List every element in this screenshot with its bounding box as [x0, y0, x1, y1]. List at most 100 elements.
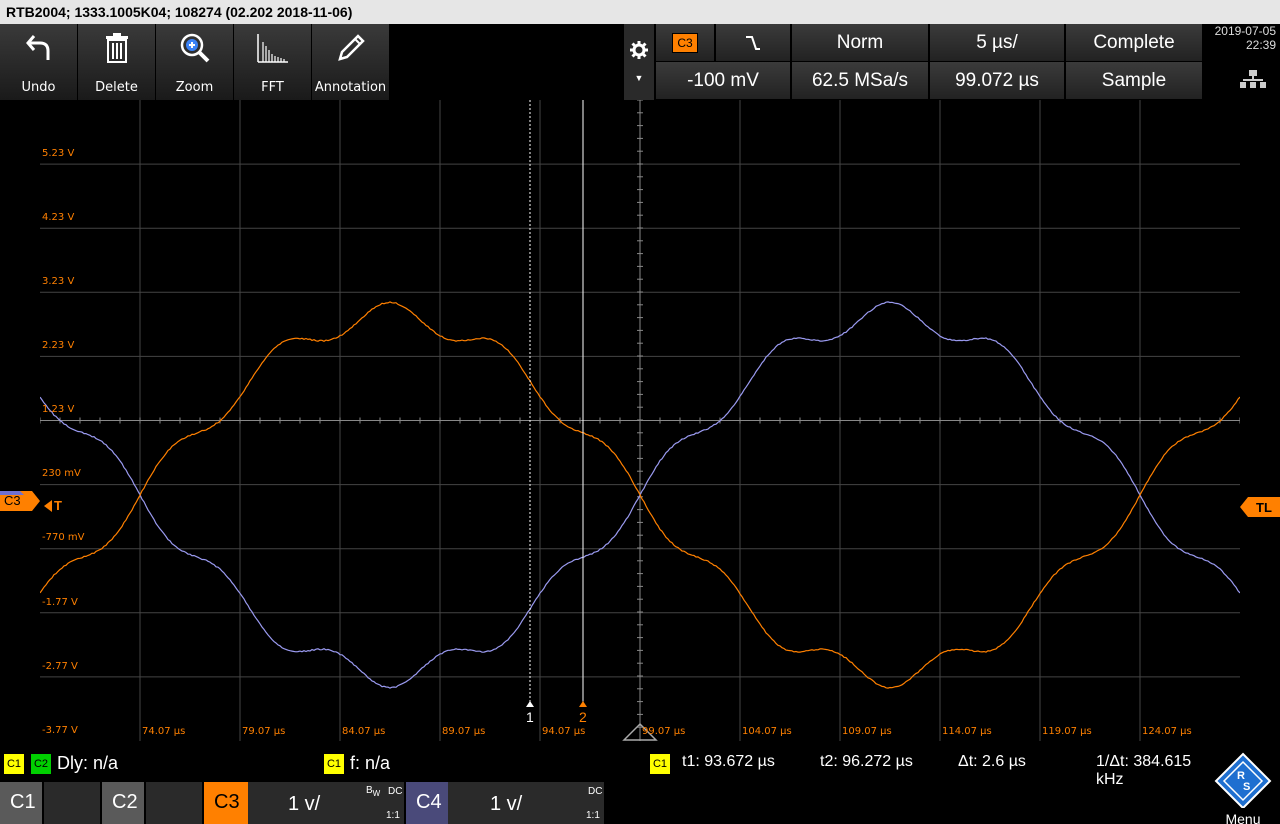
freq-chip[interactable]: C1: [324, 754, 344, 774]
channel-c4-settings[interactable]: 1 v/ DC 1:1: [448, 782, 604, 824]
zoom-icon: [179, 32, 211, 64]
network-icon: [1240, 70, 1266, 88]
trigger-mode[interactable]: Norm: [792, 24, 928, 61]
pencil-icon: [335, 32, 367, 64]
level-label: 3.23 V: [42, 276, 74, 287]
delta-t-readout: Δt: 2.6 µs: [958, 753, 1026, 771]
trigger-marker-label: T: [54, 498, 62, 513]
menu-label: Menu: [1212, 811, 1274, 824]
acquisition-status[interactable]: Complete: [1066, 24, 1202, 61]
fft-label: FFT: [261, 80, 284, 95]
delay-readout: Dly: n/a: [57, 753, 118, 774]
c4-scale: 1 v/: [490, 793, 522, 816]
fft-button[interactable]: FFT: [234, 24, 311, 100]
menu-button[interactable]: R S Menu: [1212, 752, 1274, 824]
date: 2019-07-05: [1204, 24, 1276, 38]
time-label: 99.07 µs: [642, 726, 685, 737]
time-label: 79.07 µs: [242, 726, 285, 737]
window-title: RTB2004; 1333.1005K04; 108274 (02.202 20…: [0, 0, 1280, 24]
channel-c2-tab[interactable]: C2: [102, 782, 144, 824]
cursor-2-label: 2: [579, 709, 587, 725]
c3-coupling: DC: [388, 786, 402, 797]
dly-chip-c2[interactable]: C2: [31, 754, 51, 774]
undo-button[interactable]: Undo: [0, 24, 77, 100]
sample-rate[interactable]: 62.5 MSa/s: [792, 62, 928, 99]
channel-c4-tab[interactable]: C4: [406, 782, 448, 824]
trigger-arrow-icon: [42, 499, 54, 513]
delete-label: Delete: [95, 80, 138, 95]
trigger-source-badge: C3: [672, 33, 697, 53]
trigger-level[interactable]: -100 mV: [656, 62, 790, 99]
settings-button[interactable]: ▼: [624, 24, 654, 100]
level-label: -770 mV: [42, 532, 84, 543]
time-label: 89.07 µs: [442, 726, 485, 737]
t1-readout: t1: 93.672 µs: [682, 753, 775, 771]
annotation-button[interactable]: Annotation: [312, 24, 389, 100]
trigger-level-marker[interactable]: TL: [1240, 497, 1280, 517]
falling-edge-icon: [743, 33, 763, 53]
c3-scale: 1 v/: [288, 793, 320, 816]
toolbar: Undo Delete Zoom FFT Annotation: [0, 24, 390, 100]
time-label: 84.07 µs: [342, 726, 385, 737]
c4-ratio: 1:1: [586, 810, 600, 821]
level-label: -1.77 V: [42, 597, 78, 608]
level-label: -3.77 V: [42, 725, 78, 736]
channel-c1-name: C1: [10, 791, 36, 814]
trigger-slope[interactable]: [716, 24, 790, 61]
cursor-source-chip[interactable]: C1: [650, 754, 670, 774]
rs-logo-icon: R S: [1212, 752, 1274, 808]
annotation-label: Annotation: [315, 80, 386, 95]
frequency-readout: f: n/a: [350, 753, 390, 774]
t2-readout: t2: 96.272 µs: [820, 753, 913, 771]
c3-ratio: 1:1: [386, 810, 400, 821]
time-label: 94.07 µs: [542, 726, 585, 737]
horizontal-position[interactable]: 99.072 µs: [930, 62, 1064, 99]
channel-c1-settings[interactable]: [44, 782, 100, 824]
undo-icon: [24, 32, 54, 64]
timebase-scale[interactable]: 5 µs/: [930, 24, 1064, 61]
level-label: 5.23 V: [42, 148, 74, 159]
expand-down-icon: ▼: [635, 73, 644, 83]
time: 22:39: [1204, 38, 1276, 52]
level-label: 230 mV: [42, 468, 81, 479]
c3-bandwidth: BW: [366, 785, 380, 798]
level-label: 1.23 V: [42, 404, 74, 415]
zoom-label: Zoom: [176, 80, 213, 95]
c3-bw-label: B: [366, 785, 373, 796]
channel-c3-tab[interactable]: C3: [204, 782, 248, 824]
channel-c1-tab[interactable]: C1: [0, 782, 42, 824]
fft-icon: [256, 32, 290, 64]
cursor-measurements: C1 t1: 93.672 µs t2: 96.272 µs Δt: 2.6 µ…: [640, 748, 1212, 780]
trigger-level-marker-label: TL: [1256, 500, 1272, 515]
waveform-display[interactable]: 1 2: [40, 100, 1240, 741]
time-label: 104.07 µs: [742, 726, 792, 737]
c4-coupling: DC: [588, 786, 602, 797]
c3-bw-sub: W: [373, 789, 381, 798]
channel-offset-marker[interactable]: C3 T: [0, 491, 40, 511]
channel-bar: C1 C2 C3 1 v/ BW DC 1:1 C4 1 v/ DC 1:1: [0, 782, 1280, 824]
delete-button[interactable]: Delete: [78, 24, 155, 100]
channel-c4-name: C4: [416, 791, 442, 814]
level-label: 4.23 V: [42, 212, 74, 223]
channel-c3-name: C3: [214, 791, 240, 814]
trash-icon: [102, 32, 132, 64]
cursor-1-label: 1: [526, 709, 534, 725]
acquisition-mode[interactable]: Sample: [1066, 62, 1202, 99]
time-label: 74.07 µs: [142, 726, 185, 737]
undo-label: Undo: [22, 80, 56, 95]
channel-c2-settings[interactable]: [146, 782, 202, 824]
gear-icon: [630, 41, 648, 59]
time-label: 109.07 µs: [842, 726, 892, 737]
time-label: 119.07 µs: [1042, 726, 1092, 737]
channel-c2-name: C2: [112, 791, 138, 814]
trigger-source[interactable]: C3: [656, 24, 714, 61]
time-label: 124.07 µs: [1142, 726, 1192, 737]
level-label: -2.77 V: [42, 661, 78, 672]
level-label: 2.23 V: [42, 340, 74, 351]
channel-c3-settings[interactable]: 1 v/ BW DC 1:1: [248, 782, 404, 824]
time-label: 114.07 µs: [942, 726, 992, 737]
dly-chip-c1[interactable]: C1: [4, 754, 24, 774]
zoom-button[interactable]: Zoom: [156, 24, 233, 100]
datetime: 2019-07-05 22:39: [1204, 24, 1280, 52]
c3-marker-label: C3: [4, 493, 21, 508]
